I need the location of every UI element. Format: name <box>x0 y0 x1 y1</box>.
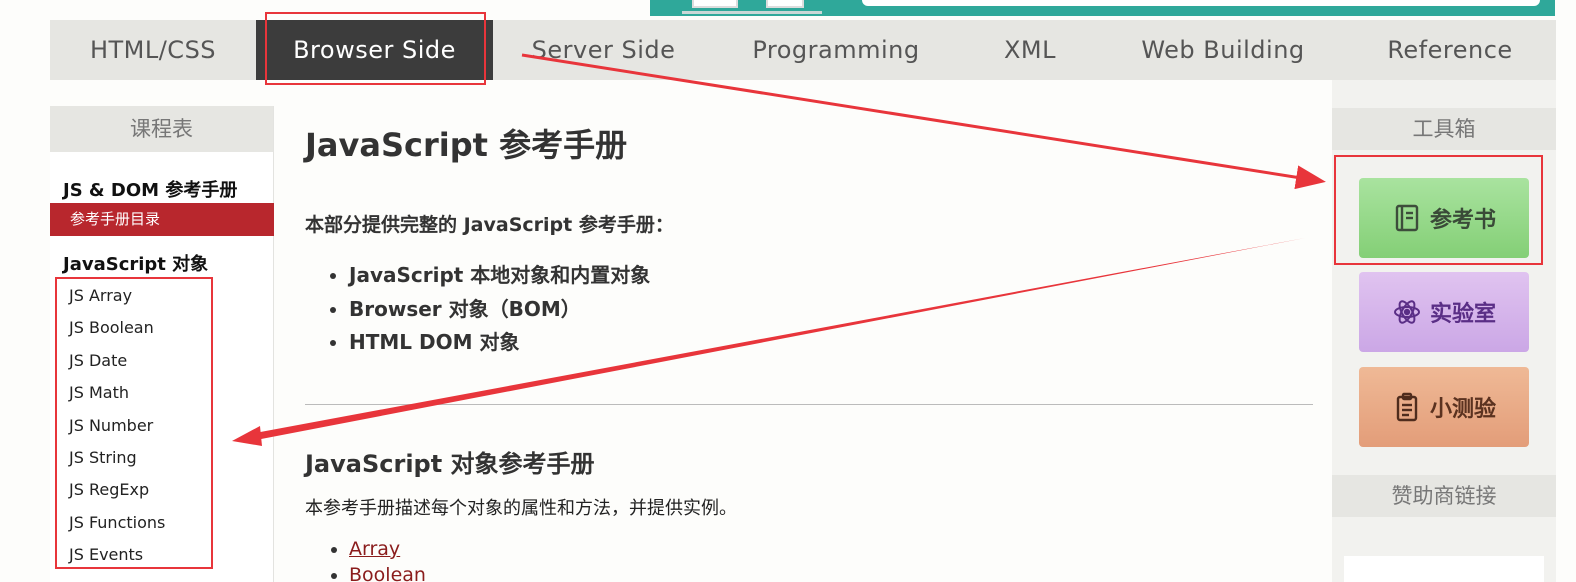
arrowhead-js-list <box>232 426 262 446</box>
annotation-arrows <box>232 53 1326 446</box>
arrow-to-js-list <box>255 238 1305 440</box>
arrow-to-toolbox <box>521 53 1326 190</box>
